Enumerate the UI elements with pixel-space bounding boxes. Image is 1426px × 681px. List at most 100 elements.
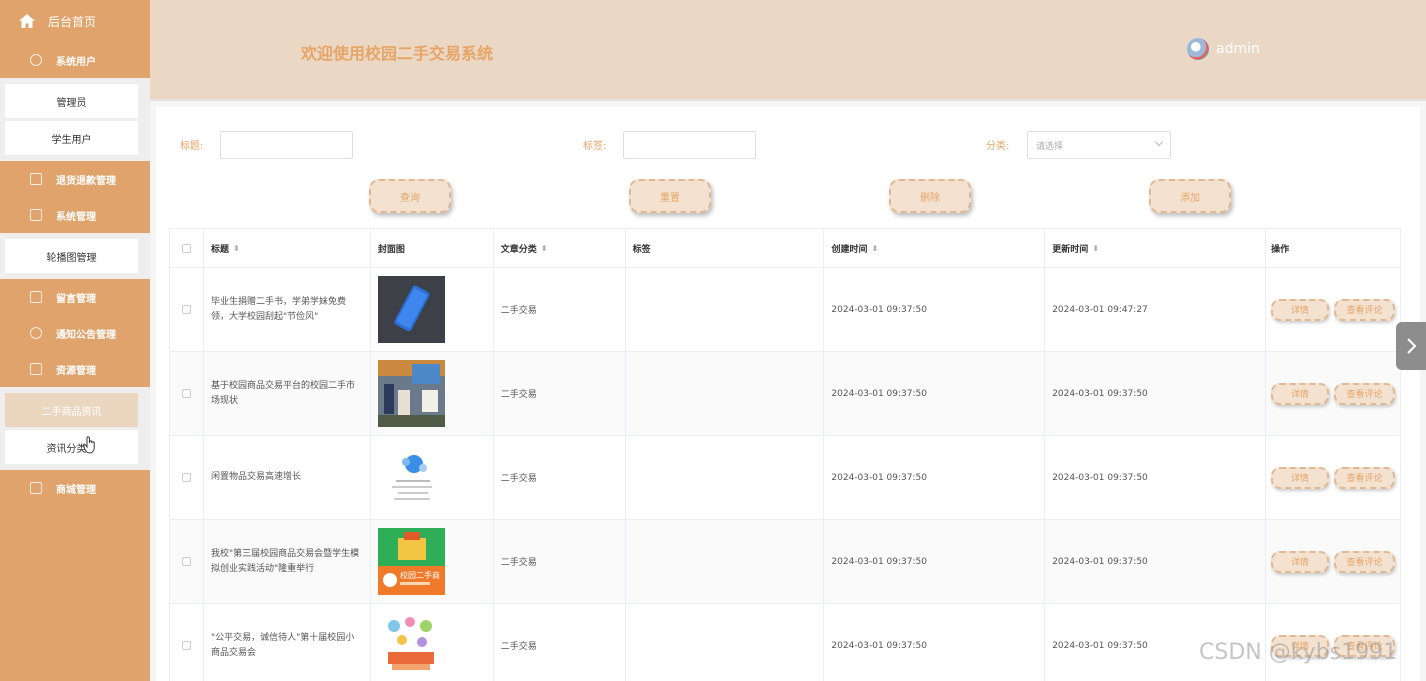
sort-icon[interactable]: ⬍ xyxy=(541,244,548,253)
row-created: 2024-03-01 09:37:50 xyxy=(831,640,927,651)
row-checkbox[interactable] xyxy=(181,305,191,314)
category-cell: 二手交易 xyxy=(493,268,626,352)
table-row: 基于校园商品交易平台的校园二手市场现状 二手交易 2024-03-01 09:3… xyxy=(170,352,1401,436)
view-comments-button[interactable]: 查看评论 xyxy=(1333,550,1395,573)
updated-cell: 2024-03-01 09:37:50 xyxy=(1045,436,1266,520)
row-created: 2024-03-01 09:37:50 xyxy=(831,304,927,315)
title-cell: 我校"第三届校园商品交易会暨学生模拟创业实践活动"隆重举行 xyxy=(203,520,371,604)
username: admin xyxy=(1216,41,1260,57)
reset-button[interactable]: 重置 xyxy=(629,179,711,213)
cover-image-campus: 校园二手商 xyxy=(377,528,445,595)
detail-button[interactable]: 详情 xyxy=(1270,550,1329,573)
header-cover: 封面图 xyxy=(370,229,494,268)
category-select-placeholder: 请选择 xyxy=(1036,142,1064,152)
row-checkbox[interactable] xyxy=(181,557,191,566)
hand-cursor-icon xyxy=(82,436,95,454)
sort-icon[interactable]: ⬍ xyxy=(871,244,878,253)
sidebar-group-messages[interactable]: 留言管理 xyxy=(0,279,150,315)
action-buttons: 查询 重置 删除 添加 xyxy=(156,179,1420,213)
created-cell: 2024-03-01 09:37:50 xyxy=(824,520,1046,604)
created-cell: 2024-03-01 09:37:50 xyxy=(824,352,1046,436)
updated-cell: 2024-03-01 09:37:50 xyxy=(1045,520,1266,604)
query-button[interactable]: 查询 xyxy=(369,179,451,213)
sidebar-group-mall[interactable]: 商城管理 xyxy=(0,470,150,506)
sidebar-group-refund[interactable]: 退货退款管理 xyxy=(0,161,150,197)
news-table: 标题 ⬍ 封面图 文章分类 ⬍ 标签 创建时间 ⬍ 更新时间 ⬍ 操作 毕业生捐赠二手书… xyxy=(169,228,1401,681)
header-title[interactable]: 标题 ⬍ xyxy=(203,229,371,268)
cover-cell: 校园二手商 xyxy=(370,520,494,604)
sidebar-group-system-users[interactable]: 系统用户 xyxy=(0,42,150,78)
sidebar-group-label: 商城管理 xyxy=(56,484,96,496)
detail-button[interactable]: 详情 xyxy=(1270,298,1329,321)
row-updated: 2024-03-01 09:47:27 xyxy=(1052,304,1148,315)
sort-icon[interactable]: ⬍ xyxy=(1092,244,1099,253)
category-select[interactable]: 请选择 xyxy=(1027,131,1171,159)
row-checkbox[interactable] xyxy=(181,473,191,482)
tag-cell xyxy=(626,604,825,681)
user-menu[interactable]: admin xyxy=(1186,37,1260,61)
row-checkbox-cell xyxy=(170,268,204,352)
actions-cell: 详情 查看评论 xyxy=(1265,520,1401,604)
sidebar-item-news-category[interactable]: 资讯分类 xyxy=(5,430,138,464)
header-checkbox-cell xyxy=(170,229,204,268)
watermark: CSDN @kybs1991 xyxy=(1199,640,1398,665)
sidebar-submenu-users: 管理员 学生用户 xyxy=(0,78,150,161)
expand-panel-button[interactable] xyxy=(1396,322,1426,370)
updated-cell: 2024-03-01 09:47:27 xyxy=(1045,268,1266,352)
title-search-input[interactable] xyxy=(220,131,353,159)
title-cell: 毕业生捐赠二手书，学弟学妹免费领，大学校园刮起"节俭风" xyxy=(203,268,371,352)
header-title-label: 标题 xyxy=(210,244,229,255)
cover-image-bazaar xyxy=(377,612,445,679)
row-title: 基于校园商品交易平台的校园二手市场现状 xyxy=(210,380,355,406)
plus-box-icon xyxy=(30,482,42,494)
edit-icon xyxy=(30,173,42,185)
row-created: 2024-03-01 09:37:50 xyxy=(831,556,927,567)
row-checkbox[interactable] xyxy=(181,389,191,398)
sidebar-home[interactable]: 后台首页 xyxy=(0,0,150,42)
tag-cell xyxy=(625,520,825,604)
add-button[interactable]: 添加 xyxy=(1149,179,1231,213)
header-created[interactable]: 创建时间 ⬍ xyxy=(824,229,1046,268)
row-category: 二手交易 xyxy=(500,642,537,652)
sidebar-submenu-system: 轮播图管理 xyxy=(0,233,150,279)
created-cell: 2024-03-01 09:37:50 xyxy=(824,604,1046,681)
row-created: 2024-03-01 09:37:50 xyxy=(831,472,927,483)
row-checkbox[interactable] xyxy=(181,641,191,650)
cover-image-market xyxy=(377,360,445,427)
sort-icon[interactable]: ⬍ xyxy=(233,244,240,253)
row-updated: 2024-03-01 09:37:50 xyxy=(1052,556,1148,567)
header-updated[interactable]: 更新时间 ⬍ xyxy=(1045,229,1267,268)
avatar xyxy=(1186,37,1210,61)
row-updated: 2024-03-01 09:37:50 xyxy=(1052,472,1148,483)
cover-cell xyxy=(370,268,494,352)
view-comments-button[interactable]: 查看评论 xyxy=(1333,298,1395,321)
tag-search-input[interactable] xyxy=(623,131,756,159)
actions-cell: 详情 查看评论 xyxy=(1265,352,1401,436)
edit-icon xyxy=(30,291,42,303)
sidebar-item-carousel[interactable]: 轮播图管理 xyxy=(5,239,138,273)
main-content: 标题: 标签: 分类: 请选择 查询 重置 删除 添加 标题 ⬍ 封面图 文章分类… xyxy=(156,107,1420,681)
row-checkbox-cell xyxy=(170,520,204,604)
header-tag: 标签 xyxy=(625,229,825,268)
delete-button[interactable]: 删除 xyxy=(889,179,971,213)
header-category[interactable]: 文章分类 ⬍ xyxy=(493,229,626,268)
actions-cell: 详情 查看评论 xyxy=(1265,436,1401,520)
category-label: 分类: xyxy=(986,141,1010,152)
detail-button[interactable]: 详情 xyxy=(1270,466,1329,489)
tag-cell xyxy=(625,436,825,520)
sidebar-group-resources[interactable]: 资源管理 xyxy=(0,351,150,387)
table-row: 闲置物品交易高速增长 二手交易 2024-03-01 09:37:50 2024… xyxy=(170,436,1401,520)
view-comments-button[interactable]: 查看评论 xyxy=(1333,382,1395,405)
sidebar-group-system[interactable]: 系统管理 xyxy=(0,197,150,233)
sidebar-item-goods-news[interactable]: 二手商品资讯 xyxy=(5,393,138,427)
tag-cell xyxy=(625,352,825,436)
view-comments-button[interactable]: 查看评论 xyxy=(1333,466,1395,489)
sidebar-item-admin[interactable]: 管理员 xyxy=(5,84,138,118)
sidebar-item-students[interactable]: 学生用户 xyxy=(5,121,138,155)
select-all-checkbox[interactable] xyxy=(181,243,191,253)
row-category: 二手交易 xyxy=(500,474,537,484)
sidebar-group-notices[interactable]: 通知公告管理 xyxy=(0,315,150,351)
detail-button[interactable]: 详情 xyxy=(1270,382,1329,405)
row-category: 二手交易 xyxy=(500,390,537,400)
cloud-icon xyxy=(30,327,42,339)
